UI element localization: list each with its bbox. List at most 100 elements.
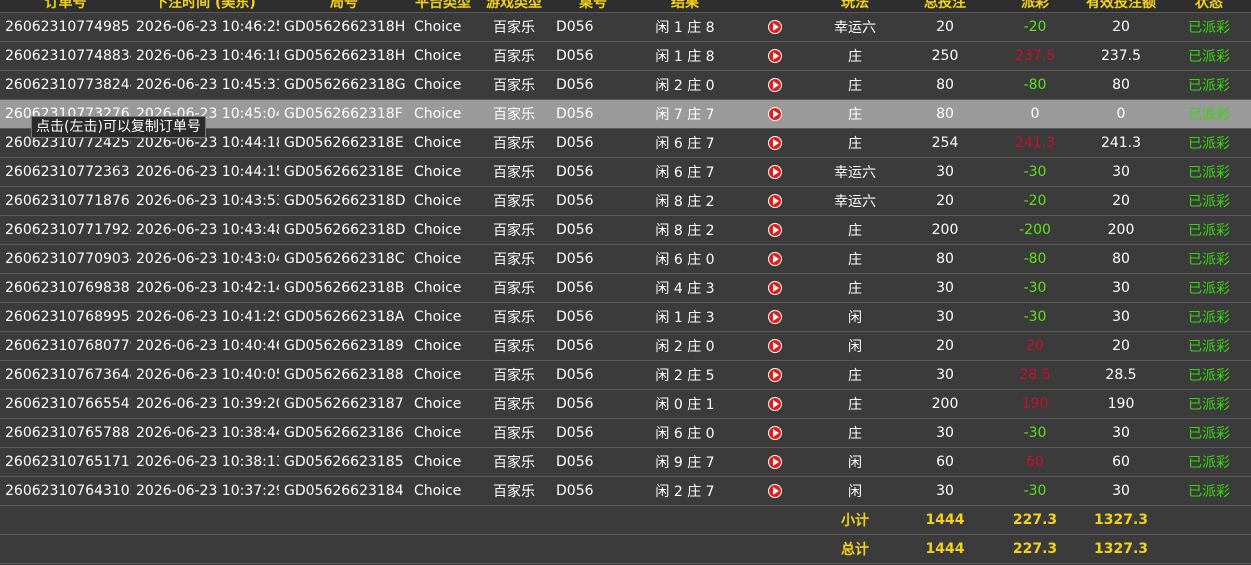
- play-video-icon[interactable]: [768, 397, 782, 411]
- play-video-icon[interactable]: [768, 136, 782, 150]
- play-video-icon[interactable]: [768, 194, 782, 208]
- video-cell[interactable]: [735, 99, 815, 129]
- order-id-cell[interactable]: 260623107643102: [0, 476, 131, 506]
- order-id-cell[interactable]: 260623107709034: [0, 244, 131, 274]
- platform-cell: Choice: [409, 360, 477, 390]
- order-id-cell[interactable]: 260623107657881: [0, 418, 131, 448]
- header-result[interactable]: 结果: [635, 0, 735, 13]
- game-type-cell: 百家乐: [477, 389, 551, 419]
- play-video-icon[interactable]: [768, 49, 782, 63]
- table-row[interactable]: 260623107718767 2026-06-23 10:43:53 GD0562…: [0, 186, 1251, 216]
- video-cell[interactable]: [735, 186, 815, 216]
- order-id-cell[interactable]: 260623107738244: [0, 70, 131, 100]
- order-id-cell[interactable]: 260623107680779: [0, 331, 131, 361]
- video-cell[interactable]: [735, 273, 815, 303]
- result-cell: 闲 2 庄 0: [635, 331, 735, 361]
- header-status[interactable]: 状态: [1167, 0, 1251, 13]
- order-id-cell[interactable]: 260623107698387: [0, 273, 131, 303]
- table-row[interactable]: 260623107680779 2026-06-23 10:40:46 GD0562…: [0, 331, 1251, 361]
- order-id-cell[interactable]: 260623107673644: [0, 360, 131, 390]
- table-row[interactable]: 260623107689956 2026-06-23 10:41:29 GD0562…: [0, 302, 1251, 332]
- table-row[interactable]: 260623107749851 2026-06-23 10:46:25 GD0562…: [0, 12, 1251, 42]
- order-id-cell[interactable]: 260623107748834: [0, 41, 131, 71]
- table-row[interactable]: 260623107717924 2026-06-23 10:43:48 GD0562…: [0, 215, 1251, 245]
- video-cell[interactable]: [735, 476, 815, 506]
- order-id-cell[interactable]: 260623107723637: [0, 157, 131, 187]
- table-row[interactable]: 260623107709034 2026-06-23 10:43:04 GD0562…: [0, 244, 1251, 274]
- table-row[interactable]: 260623107748834 2026-06-23 10:46:18 GD0562…: [0, 41, 1251, 71]
- video-cell[interactable]: [735, 215, 815, 245]
- header-play-type[interactable]: 玩法: [815, 0, 895, 13]
- result-cell: 闲 8 庄 2: [635, 186, 735, 216]
- table-row[interactable]: 260623107665542 2026-06-23 10:39:20 GD0562…: [0, 389, 1251, 419]
- video-cell[interactable]: [735, 128, 815, 158]
- header-order-id[interactable]: 订单号: [0, 0, 131, 13]
- video-cell[interactable]: [735, 447, 815, 477]
- header-table-no[interactable]: 桌号: [551, 0, 635, 13]
- bet-time-cell: 2026-06-23 10:37:29: [131, 476, 279, 506]
- table-row[interactable]: 260623107723637 2026-06-23 10:44:15 GD0562…: [0, 157, 1251, 187]
- play-video-icon[interactable]: [768, 281, 782, 295]
- table-row[interactable]: 260623107657881 2026-06-23 10:38:44 GD0562…: [0, 418, 1251, 448]
- status-cell: 已派彩: [1167, 360, 1251, 390]
- video-cell[interactable]: [735, 41, 815, 71]
- subtotal-row: 小计 1444 227.3 1327.3: [0, 505, 1251, 535]
- table-row[interactable]: 260623107673644 2026-06-23 10:40:05 GD0562…: [0, 360, 1251, 390]
- total-valid: 1327.3: [1075, 534, 1167, 564]
- table-no-cell: D056: [551, 157, 635, 187]
- header-total-bet[interactable]: 总投注: [895, 0, 995, 13]
- table-row[interactable]: 260623107738244 2026-06-23 10:45:31 GD0562…: [0, 70, 1251, 100]
- result-cell: 闲 0 庄 1: [635, 389, 735, 419]
- result-cell: 闲 7 庄 7: [635, 99, 735, 129]
- table-no-cell: D056: [551, 273, 635, 303]
- header-game-type[interactable]: 游戏类型: [477, 0, 551, 13]
- order-id-cell[interactable]: 260623107749851: [0, 12, 131, 42]
- platform-cell: Choice: [409, 331, 477, 361]
- order-id-cell[interactable]: 260623107651718: [0, 447, 131, 477]
- order-id-cell[interactable]: 260623107665542: [0, 389, 131, 419]
- header-bet-time[interactable]: 下注时间 (美东): [131, 0, 279, 13]
- header-platform[interactable]: 平台类型: [409, 0, 477, 13]
- video-cell[interactable]: [735, 244, 815, 274]
- table-row[interactable]: 260623107651718 2026-06-23 10:38:13 GD0562…: [0, 447, 1251, 477]
- play-video-icon[interactable]: [768, 20, 782, 34]
- total-bet-cell: 30: [895, 302, 995, 332]
- valid-bet-cell: 30: [1075, 476, 1167, 506]
- round-id-cell: GD0562662318H: [279, 41, 409, 71]
- video-cell[interactable]: [735, 389, 815, 419]
- header-valid-bet[interactable]: 有效投注额: [1075, 0, 1167, 13]
- round-id-cell: GD0562662318A: [279, 302, 409, 332]
- video-cell[interactable]: [735, 70, 815, 100]
- play-video-icon[interactable]: [768, 310, 782, 324]
- order-id-cell[interactable]: 260623107689956: [0, 302, 131, 332]
- play-video-icon[interactable]: [768, 426, 782, 440]
- play-video-icon[interactable]: [768, 223, 782, 237]
- video-cell[interactable]: [735, 12, 815, 42]
- play-video-icon[interactable]: [768, 107, 782, 121]
- bet-time-cell: 2026-06-23 10:40:46: [131, 331, 279, 361]
- video-cell[interactable]: [735, 331, 815, 361]
- play-video-icon[interactable]: [768, 339, 782, 353]
- total-bet: 1444: [895, 534, 995, 564]
- status-cell: 已派彩: [1167, 273, 1251, 303]
- play-video-icon[interactable]: [768, 78, 782, 92]
- order-id-cell[interactable]: 260623107718767: [0, 186, 131, 216]
- table-row[interactable]: 260623107643102 2026-06-23 10:37:29 GD0562…: [0, 476, 1251, 506]
- table-no-cell: D056: [551, 41, 635, 71]
- play-video-icon[interactable]: [768, 368, 782, 382]
- play-video-icon[interactable]: [768, 252, 782, 266]
- play-video-icon[interactable]: [768, 165, 782, 179]
- video-cell[interactable]: [735, 302, 815, 332]
- table-row[interactable]: 260623107698387 2026-06-23 10:42:14 GD0562…: [0, 273, 1251, 303]
- order-id-cell[interactable]: 260623107717924: [0, 215, 131, 245]
- play-video-icon[interactable]: [768, 455, 782, 469]
- video-cell[interactable]: [735, 157, 815, 187]
- header-round-id[interactable]: 局号: [279, 0, 409, 13]
- play-video-icon[interactable]: [768, 484, 782, 498]
- payout-cell: -30: [995, 157, 1075, 187]
- video-cell[interactable]: [735, 360, 815, 390]
- header-payout[interactable]: 派彩: [995, 0, 1075, 13]
- video-cell[interactable]: [735, 418, 815, 448]
- total-bet-cell: 80: [895, 70, 995, 100]
- payout-cell: -20: [995, 12, 1075, 42]
